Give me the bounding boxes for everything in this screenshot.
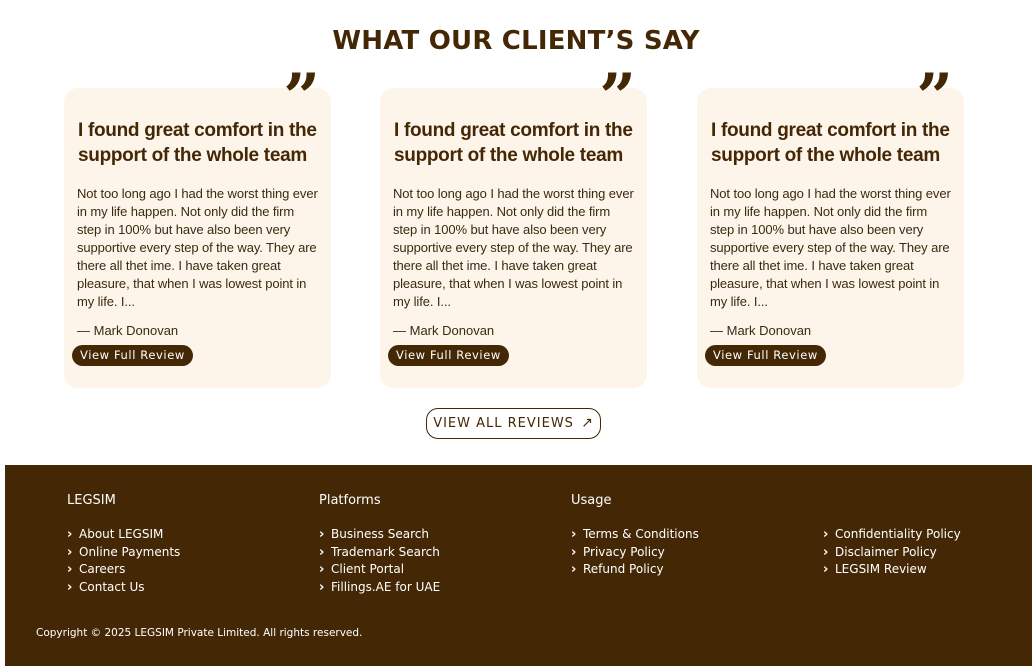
footer-link[interactable]: › Privacy Policy (571, 544, 699, 562)
footer-heading: LEGSIM (67, 493, 116, 508)
view-all-reviews-label: VIEW ALL REVIEWS (433, 416, 574, 431)
chevron-right-icon: › (823, 562, 829, 578)
testimonials: ” I found great comfort in the support o… (0, 0, 1032, 400)
quote-icon: ” (916, 60, 953, 135)
quote-icon: ” (283, 60, 320, 135)
chevron-right-icon: › (67, 562, 73, 578)
testimonial-title: I found great comfort in the support of … (78, 120, 317, 166)
footer-link[interactable]: › Confidentiality Policy (823, 526, 961, 544)
testimonial-card: ” I found great comfort in the support o… (697, 66, 964, 388)
chevron-right-icon: › (571, 544, 577, 560)
testimonial-title: I found great comfort in the support of … (711, 120, 950, 166)
chevron-right-icon: › (319, 562, 325, 578)
footer-link[interactable]: › Refund Policy (571, 561, 699, 579)
view-full-review-button[interactable]: View Full Review (705, 345, 826, 366)
chevron-right-icon: › (319, 527, 325, 542)
copyright: Copyright © 2025 LEGSIM Private Limited.… (36, 627, 363, 639)
testimonial-author: — Mark Donovan (710, 323, 812, 338)
footer-column-legsim: LEGSIM › About LEGSIM › Online Payments › C… (67, 493, 180, 597)
view-full-review-button[interactable]: View Full Review (388, 345, 509, 366)
chevron-right-icon: › (319, 544, 325, 560)
view-full-review-button[interactable]: View Full Review (72, 345, 193, 366)
testimonial-author: — Mark Donovan (393, 323, 495, 338)
testimonial-body: Not too long ago I had the worst thing e… (77, 186, 318, 309)
testimonial-card: ” I found great comfort in the support o… (64, 66, 331, 388)
testimonial-author: — Mark Donovan (77, 323, 179, 338)
footer-link[interactable]: › Disclaimer Policy (823, 544, 961, 562)
footer-link[interactable]: › Business Search (319, 526, 440, 544)
footer-heading: Usage (571, 493, 612, 508)
chevron-right-icon: › (571, 527, 577, 542)
footer-column-policies: › Confidentiality Policy › Disclaimer Poli… (823, 493, 961, 579)
footer-link[interactable]: › Contact Us (67, 579, 180, 597)
footer-link[interactable]: › Terms & Conditions (571, 526, 699, 544)
arrow-up-right-icon: ↗ (581, 415, 594, 431)
footer: LEGSIM › About LEGSIM › Online Payments › C… (5, 465, 1032, 666)
footer-link[interactable]: › Fillings.AE for UAE (319, 579, 440, 597)
chevron-right-icon: › (67, 527, 73, 542)
footer-link[interactable]: › About LEGSIM (67, 526, 180, 544)
chevron-right-icon: › (319, 580, 325, 596)
footer-link[interactable]: › Online Payments (67, 544, 180, 562)
footer-link[interactable]: › LEGSIM Review (823, 561, 961, 579)
footer-heading: Platforms (319, 493, 381, 508)
chevron-right-icon: › (823, 544, 829, 560)
footer-link[interactable]: › Client Portal (319, 561, 440, 579)
chevron-right-icon: › (823, 527, 829, 542)
footer-link[interactable]: › Trademark Search (319, 544, 440, 562)
chevron-right-icon: › (67, 544, 73, 560)
chevron-right-icon: › (571, 562, 577, 578)
view-all-reviews-button[interactable]: VIEW ALL REVIEWS ↗ (426, 408, 601, 439)
testimonial-body: Not too long ago I had the worst thing e… (393, 186, 634, 309)
chevron-right-icon: › (67, 580, 73, 596)
testimonial-card: ” I found great comfort in the support o… (380, 66, 647, 388)
footer-heading (823, 493, 961, 510)
quote-icon: ” (599, 60, 636, 135)
footer-link[interactable]: › Careers (67, 561, 180, 579)
testimonial-title: I found great comfort in the support of … (394, 120, 633, 166)
footer-column-usage: Usage › Terms & Conditions › Privacy Polic… (571, 493, 699, 579)
testimonial-body: Not too long ago I had the worst thing e… (710, 186, 951, 309)
footer-column-platforms: Platforms › Business Search › Trademark Se… (319, 493, 440, 597)
